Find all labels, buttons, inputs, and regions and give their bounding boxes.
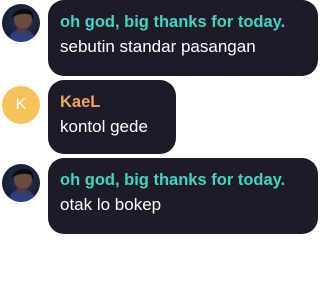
avatar-initial: K	[15, 96, 27, 113]
user-avatar[interactable]	[2, 164, 40, 202]
user-photo-icon	[8, 168, 36, 202]
message-author[interactable]: oh god, big thanks for today.	[60, 10, 306, 34]
message-bubble: oh god, big thanks for today. sebutin st…	[48, 0, 318, 76]
message-bubble: KaeL kontol gede	[48, 80, 176, 154]
message-author[interactable]: KaeL	[60, 90, 164, 114]
user-photo-icon	[8, 8, 36, 42]
message-bubble: oh god, big thanks for today. otak lo bo…	[48, 158, 318, 234]
message-author[interactable]: oh god, big thanks for today.	[60, 168, 306, 192]
user-avatar[interactable]	[2, 4, 40, 42]
message-text: kontol gede	[60, 117, 148, 136]
message-text: sebutin standar pasangan	[60, 37, 256, 56]
user-avatar[interactable]: K	[2, 86, 40, 124]
chat-message-list: oh god, big thanks for today. sebutin st…	[0, 0, 320, 286]
message-text: otak lo bokep	[60, 195, 162, 214]
